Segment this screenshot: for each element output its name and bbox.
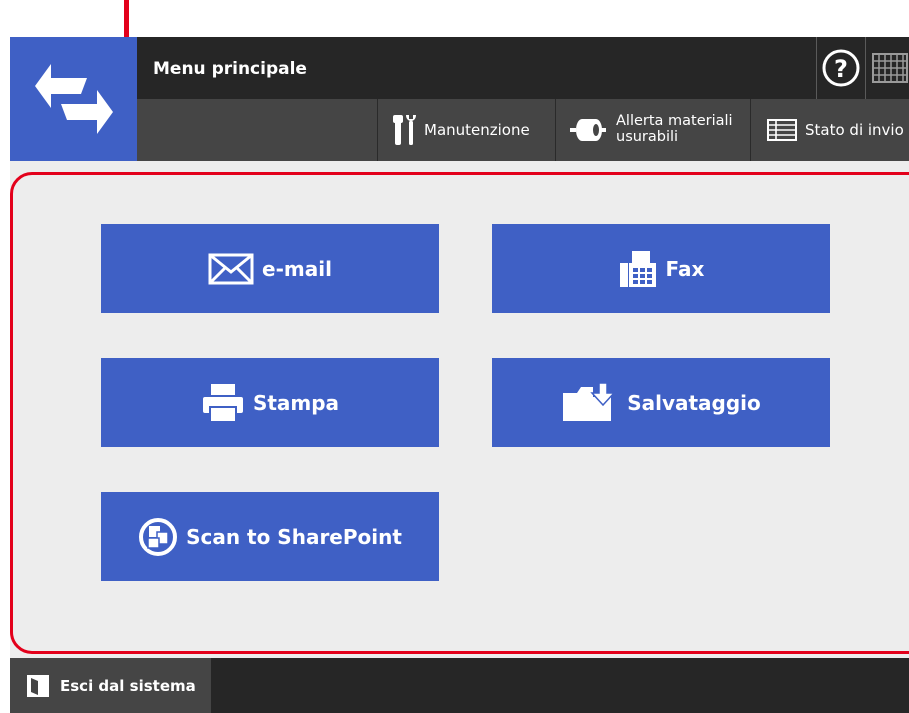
- maintenance-button[interactable]: Manutenzione: [377, 99, 555, 161]
- double-arrow-icon: [34, 64, 113, 134]
- list-icon: [767, 119, 797, 141]
- email-label: e-mail: [262, 256, 332, 281]
- sharepoint-label: Scan to SharePoint: [186, 524, 402, 549]
- alert-label-line1: Allerta materiali: [616, 113, 733, 130]
- send-status-label: Stato di invio: [805, 120, 904, 139]
- fax-label: Fax: [665, 256, 705, 281]
- home-logo[interactable]: [10, 37, 137, 161]
- send-status-button[interactable]: Stato di invio: [750, 99, 909, 161]
- tools-icon: [393, 115, 416, 145]
- consumables-alert-button[interactable]: Allerta materiali usurabili: [555, 99, 750, 161]
- email-button[interactable]: e-mail: [101, 224, 439, 313]
- roller-icon: [570, 119, 606, 141]
- envelope-icon: [208, 253, 254, 284]
- save-label: Salvataggio: [627, 390, 761, 415]
- fax-icon: [619, 250, 656, 287]
- toolbar: Manutenzione Allerta materiali usurabili…: [137, 99, 909, 161]
- door-icon: [27, 674, 49, 697]
- printer-icon: [202, 383, 243, 423]
- alert-label-line2: usurabili: [616, 129, 679, 145]
- page-title: Menu principale: [153, 59, 307, 79]
- print-label: Stampa: [252, 390, 340, 415]
- save-button[interactable]: Salvataggio: [492, 358, 830, 447]
- print-button[interactable]: Stampa: [101, 358, 439, 447]
- keyboard-icon: [872, 53, 908, 83]
- title-bar: Menu principale ?: [137, 37, 909, 99]
- sharepoint-icon: [139, 517, 178, 556]
- logout-label: Esci dal sistema: [60, 676, 196, 695]
- svg-text:?: ?: [834, 55, 848, 83]
- help-button[interactable]: ?: [816, 37, 866, 99]
- keyboard-button[interactable]: [866, 37, 909, 99]
- logout-button[interactable]: Esci dal sistema: [10, 658, 211, 713]
- maintenance-label: Manutenzione: [424, 120, 530, 139]
- help-circle-icon: ?: [822, 49, 860, 87]
- folder-download-icon: [563, 382, 616, 421]
- fax-button[interactable]: Fax: [492, 224, 830, 313]
- bottom-bar: Esci dal sistema: [10, 658, 909, 713]
- scan-to-sharepoint-button[interactable]: Scan to SharePoint: [101, 492, 439, 581]
